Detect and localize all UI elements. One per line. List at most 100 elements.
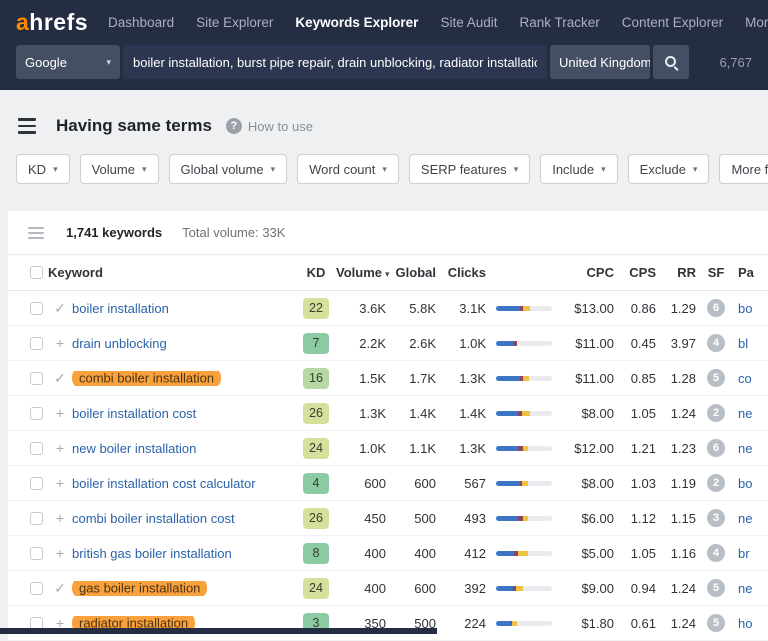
col-header-sf[interactable]: SF: [700, 265, 732, 280]
row-checkbox[interactable]: [30, 582, 43, 595]
select-all-checkbox[interactable]: [30, 266, 43, 279]
rr-value: 1.19: [660, 476, 700, 491]
plus-icon[interactable]: +: [48, 510, 72, 526]
row-checkbox[interactable]: [30, 547, 43, 560]
clicks-value: 567: [440, 476, 490, 491]
search-button[interactable]: [653, 45, 689, 79]
row-checkbox[interactable]: [30, 477, 43, 490]
bar-segment-blue: [496, 376, 520, 381]
keyword-link[interactable]: drain unblocking: [72, 336, 167, 351]
keyword-cell: new boiler installation: [72, 441, 296, 456]
country-select[interactable]: United Kingdom ▾: [550, 45, 650, 79]
keyword-link[interactable]: new boiler installation: [72, 441, 196, 456]
parent-topic-link[interactable]: ne: [732, 406, 768, 421]
nav-item-content-explorer[interactable]: Content Explorer: [622, 15, 723, 30]
row-checkbox[interactable]: [30, 512, 43, 525]
parent-topic-link[interactable]: br: [732, 546, 768, 561]
nav-item-site-explorer[interactable]: Site Explorer: [196, 15, 273, 30]
keyword-link[interactable]: combi boiler installation cost: [72, 511, 235, 526]
volume-value: 3.6K: [336, 301, 390, 316]
filter-serp-features[interactable]: SERP features▾: [409, 154, 530, 184]
filter-word-count[interactable]: Word count▾: [297, 154, 399, 184]
hamburger-menu-icon[interactable]: [18, 118, 36, 134]
col-header-volume[interactable]: Volume▾: [336, 265, 390, 280]
check-icon[interactable]: ✓: [48, 300, 72, 317]
nav-item-site-audit[interactable]: Site Audit: [440, 15, 497, 30]
cpc-value: $12.00: [554, 441, 618, 456]
how-to-use-link[interactable]: How to use: [248, 119, 313, 134]
clicks-bar-cell: [490, 376, 554, 381]
filter-include[interactable]: Include▾: [540, 154, 617, 184]
col-header-clicks[interactable]: Clicks: [440, 265, 490, 280]
filter-global-volume[interactable]: Global volume▾: [169, 154, 288, 184]
nav-item-dashboard[interactable]: Dashboard: [108, 15, 174, 30]
keyword-cell: boiler installation cost: [72, 406, 296, 421]
col-header-global[interactable]: Global: [390, 265, 440, 280]
check-icon[interactable]: ✓: [48, 580, 72, 597]
plus-icon[interactable]: +: [48, 440, 72, 456]
col-header-kd[interactable]: KD: [296, 265, 336, 280]
rr-value: 1.24: [660, 616, 700, 631]
keyword-link[interactable]: boiler installation cost calculator: [72, 476, 256, 491]
parent-topic-link[interactable]: bo: [732, 476, 768, 491]
parent-topic-link[interactable]: bo: [732, 301, 768, 316]
parent-topic-link[interactable]: ne: [732, 581, 768, 596]
col-header-rr[interactable]: RR: [660, 265, 700, 280]
check-icon[interactable]: ✓: [48, 370, 72, 387]
keywords-input[interactable]: [123, 45, 547, 79]
col-header-cpc[interactable]: CPC: [554, 265, 618, 280]
parent-topic-link[interactable]: ne: [732, 441, 768, 456]
filter-kd[interactable]: KD▾: [16, 154, 70, 184]
nav-item-label: Keywords Explorer: [295, 15, 418, 30]
plus-icon[interactable]: +: [48, 475, 72, 491]
filter-exclude[interactable]: Exclude▾: [628, 154, 710, 184]
global-volume-value: 500: [390, 511, 440, 526]
bar-segment-blue: [496, 621, 511, 626]
kd-cell: 26: [296, 403, 336, 424]
chevron-down-icon: ▾: [514, 164, 519, 175]
plus-icon[interactable]: +: [48, 335, 72, 351]
volume-value: 400: [336, 546, 390, 561]
parent-topic-link[interactable]: bl: [732, 336, 768, 351]
parent-topic-link[interactable]: co: [732, 371, 768, 386]
ahrefs-logo[interactable]: ahrefs: [16, 9, 88, 36]
parent-topic-link[interactable]: ne: [732, 511, 768, 526]
kd-cell: 24: [296, 578, 336, 599]
nav-item-keywords-explorer[interactable]: Keywords Explorer: [295, 15, 418, 30]
keyword-link[interactable]: british gas boiler installation: [72, 546, 232, 561]
row-checkbox[interactable]: [30, 407, 43, 420]
logo-rest: hrefs: [29, 9, 88, 35]
keyword-cell: drain unblocking: [72, 336, 296, 351]
row-checkbox[interactable]: [30, 442, 43, 455]
plus-icon[interactable]: +: [48, 545, 72, 561]
col-header-parent-topic[interactable]: Pa: [732, 265, 768, 280]
filter-volume[interactable]: Volume▾: [80, 154, 159, 184]
bar-segment-purple: [513, 341, 517, 346]
filter-more-filters[interactable]: More filters▾: [719, 154, 768, 184]
nav-item-rank-tracker[interactable]: Rank Tracker: [519, 15, 599, 30]
kd-badge: 26: [303, 508, 329, 529]
list-view-icon[interactable]: [28, 227, 44, 239]
row-checkbox[interactable]: [30, 372, 43, 385]
sf-cell: 3: [700, 509, 732, 527]
parent-topic-link[interactable]: ho: [732, 616, 768, 631]
bar-segment-blue: [496, 551, 514, 556]
col-header-keyword[interactable]: Keyword: [48, 265, 296, 280]
top-nav: ahrefs Dashboard Site Explorer Keywords Ex…: [0, 0, 768, 44]
nav-item-more[interactable]: More▾: [745, 15, 768, 30]
keyword-link[interactable]: combi boiler installation: [72, 371, 221, 386]
report-header: Having same terms ? How to use: [0, 90, 768, 150]
keyword-link[interactable]: gas boiler installation: [72, 581, 207, 596]
plus-icon[interactable]: +: [48, 405, 72, 421]
row-checkbox[interactable]: [30, 337, 43, 350]
clicks-value: 1.3K: [440, 441, 490, 456]
row-checkbox[interactable]: [30, 302, 43, 315]
kd-cell: 16: [296, 368, 336, 389]
clicks-value: 1.3K: [440, 371, 490, 386]
keyword-link[interactable]: boiler installation cost: [72, 406, 196, 421]
keyword-link[interactable]: boiler installation: [72, 301, 169, 316]
col-header-cps[interactable]: CPS: [618, 265, 660, 280]
help-icon[interactable]: ?: [226, 118, 242, 134]
search-engine-select[interactable]: Google ▾: [16, 45, 120, 79]
chevron-down-icon: ▾: [106, 57, 111, 68]
